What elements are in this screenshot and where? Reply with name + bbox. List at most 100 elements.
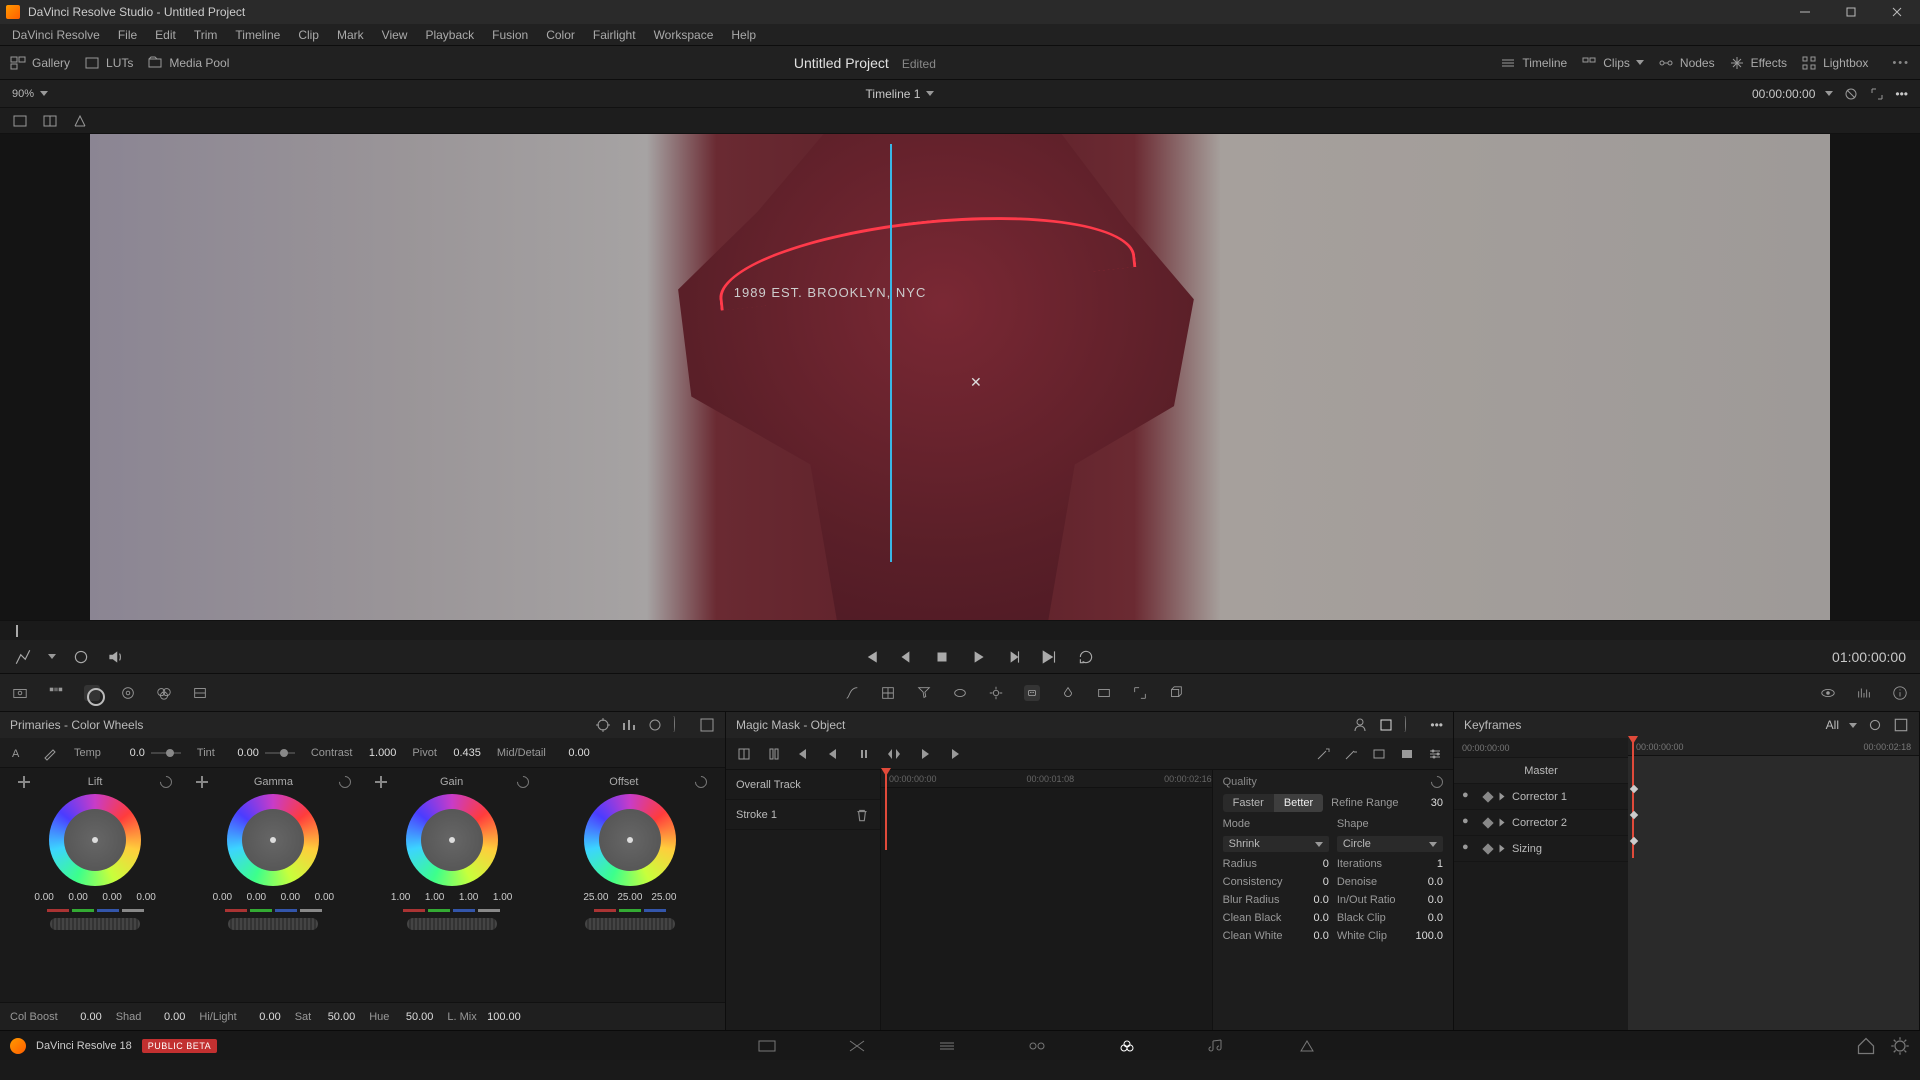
pivot-control[interactable]: Pivot0.435 <box>412 747 480 759</box>
edit-page-icon[interactable] <box>937 1038 957 1054</box>
lift-y-wheel[interactable] <box>50 918 140 930</box>
menu-workspace[interactable]: Workspace <box>646 26 722 44</box>
play-button[interactable] <box>969 648 987 666</box>
deliver-page-icon[interactable] <box>1297 1038 1317 1054</box>
gain-values[interactable]: 1.001.001.001.00 <box>386 892 518 903</box>
menu-timeline[interactable]: Timeline <box>227 26 288 44</box>
hdr-wheels-icon[interactable] <box>120 685 136 701</box>
iterations-control[interactable]: Iterations1 <box>1337 858 1443 870</box>
expand-icon[interactable] <box>1869 86 1885 102</box>
trash-icon[interactable] <box>854 807 870 823</box>
project-settings-icon[interactable] <box>1890 1038 1910 1054</box>
lightbox-button[interactable]: Lightbox <box>1801 55 1868 71</box>
zoom-selector[interactable]: 90% <box>12 88 48 100</box>
hue-control[interactable]: Hue50.00 <box>369 1011 433 1023</box>
blur-sharpen-icon[interactable] <box>1060 685 1076 701</box>
chevron-right-icon[interactable] <box>1500 819 1505 827</box>
add-stroke-icon[interactable] <box>1315 746 1331 762</box>
motion-effects-icon[interactable] <box>192 685 208 701</box>
mid-detail-control[interactable]: Mid/Detail0.00 <box>497 747 590 759</box>
menu-clip[interactable]: Clip <box>290 26 327 44</box>
stop-button[interactable] <box>933 648 951 666</box>
highlight-icon[interactable] <box>72 113 88 129</box>
settings-sliders-icon[interactable] <box>1427 746 1443 762</box>
blur-radius-control[interactable]: Blur Radius0.0 <box>1223 894 1329 906</box>
mask-track-timeline[interactable]: 00:00:00:0000:00:01:0800:00:02:16 <box>881 770 1212 1030</box>
alpha-view-icon[interactable] <box>1399 746 1415 762</box>
rgb-mixer-icon[interactable] <box>156 685 172 701</box>
close-button[interactable] <box>1874 0 1920 24</box>
chevron-right-icon[interactable] <box>1500 845 1505 853</box>
offset-y-wheel[interactable] <box>585 918 675 930</box>
bars-mode-icon[interactable] <box>621 717 637 733</box>
qualifier-icon[interactable] <box>916 685 932 701</box>
stroke1-row[interactable]: Stroke 1 <box>726 800 880 830</box>
keyframe-diamond-icon[interactable] <box>1482 817 1493 828</box>
menu-help[interactable]: Help <box>723 26 764 44</box>
keyframes-filter[interactable]: All <box>1826 718 1839 732</box>
invert-mask-icon[interactable] <box>736 746 752 762</box>
track-both-icon[interactable] <box>886 746 902 762</box>
home-icon[interactable] <box>1856 1038 1876 1054</box>
tint-control[interactable]: Tint0.00 <box>197 747 295 759</box>
track-fwd-one-icon[interactable] <box>916 746 932 762</box>
keyframe-diamond-icon[interactable] <box>1482 843 1493 854</box>
curves-icon[interactable] <box>844 685 860 701</box>
clips-button[interactable]: Clips <box>1581 55 1644 71</box>
mask-more-icon[interactable]: ••• <box>1430 718 1443 732</box>
color-wheels-icon[interactable] <box>84 685 100 701</box>
fairlight-page-icon[interactable] <box>1207 1038 1227 1054</box>
sat-control[interactable]: Sat50.00 <box>295 1011 356 1023</box>
image-wipe-icon[interactable] <box>12 113 28 129</box>
denoise-control[interactable]: Denoise0.0 <box>1337 876 1443 888</box>
key-icon[interactable] <box>1096 685 1112 701</box>
qualifier-tool-icon[interactable] <box>14 648 32 666</box>
viewer-timecode[interactable]: 00:00:00:00 <box>1752 87 1815 101</box>
mask-stroke[interactable] <box>890 144 892 562</box>
menu-trim[interactable]: Trim <box>186 26 226 44</box>
menu-mark[interactable]: Mark <box>329 26 372 44</box>
nodes-button[interactable]: Nodes <box>1658 55 1715 71</box>
clean-white-control[interactable]: Clean White0.0 <box>1223 930 1329 942</box>
keyframe-timeline[interactable]: 00:00:00:0000:00:02:18 <box>1628 738 1919 1030</box>
menu-playback[interactable]: Playback <box>417 26 482 44</box>
person-mode-icon[interactable] <box>1352 717 1368 733</box>
cut-page-icon[interactable] <box>847 1038 867 1054</box>
menu-color[interactable]: Color <box>538 26 583 44</box>
hilight-control[interactable]: Hi/Light0.00 <box>199 1011 280 1023</box>
contrast-control[interactable]: Contrast1.000 <box>311 747 397 759</box>
gamma-y-wheel[interactable] <box>228 918 318 930</box>
color-warper-icon[interactable] <box>880 685 896 701</box>
split-screen-icon[interactable] <box>42 113 58 129</box>
offset-values[interactable]: 25.0025.0025.00 <box>581 892 679 903</box>
gallery-button[interactable]: Gallery <box>10 55 70 71</box>
reset-offset-icon[interactable] <box>693 774 710 791</box>
viewer[interactable]: 1989 EST. BROOKLYN, NYC ✕ <box>0 134 1920 620</box>
speaker-icon[interactable] <box>106 648 124 666</box>
camera-raw-icon[interactable] <box>12 685 28 701</box>
mask-playhead[interactable] <box>885 770 887 850</box>
menu-fusion[interactable]: Fusion <box>484 26 536 44</box>
lum-mix-control[interactable]: L. Mix100.00 <box>447 1011 520 1023</box>
radius-control[interactable]: Radius0 <box>1223 858 1329 870</box>
corrector1-row[interactable]: ●Corrector 1 <box>1454 784 1628 810</box>
corrector2-row[interactable]: ●Corrector 2 <box>1454 810 1628 836</box>
color-checker-icon[interactable] <box>48 685 64 701</box>
keyframe-eye-icon[interactable] <box>1820 685 1836 701</box>
reset-all-icon[interactable] <box>673 717 689 733</box>
media-pool-button[interactable]: Media Pool <box>147 55 229 71</box>
sizing-icon[interactable] <box>1132 685 1148 701</box>
chevron-right-icon[interactable] <box>1500 793 1505 801</box>
inout-ratio-control[interactable]: In/Out Ratio0.0 <box>1337 894 1443 906</box>
effects-button[interactable]: Effects <box>1729 55 1787 71</box>
keyframe-diamond-icon[interactable] <box>1482 791 1493 802</box>
info-icon[interactable] <box>1892 685 1908 701</box>
mode-select[interactable]: Shrink <box>1223 836 1329 852</box>
overlay-toggle-icon[interactable] <box>766 746 782 762</box>
tracker-icon[interactable] <box>988 685 1004 701</box>
power-windows-icon[interactable] <box>952 685 968 701</box>
luts-button[interactable]: LUTs <box>84 55 133 71</box>
show-mask-icon[interactable] <box>1371 746 1387 762</box>
minimize-button[interactable] <box>1782 0 1828 24</box>
subtract-stroke-icon[interactable] <box>1343 746 1359 762</box>
